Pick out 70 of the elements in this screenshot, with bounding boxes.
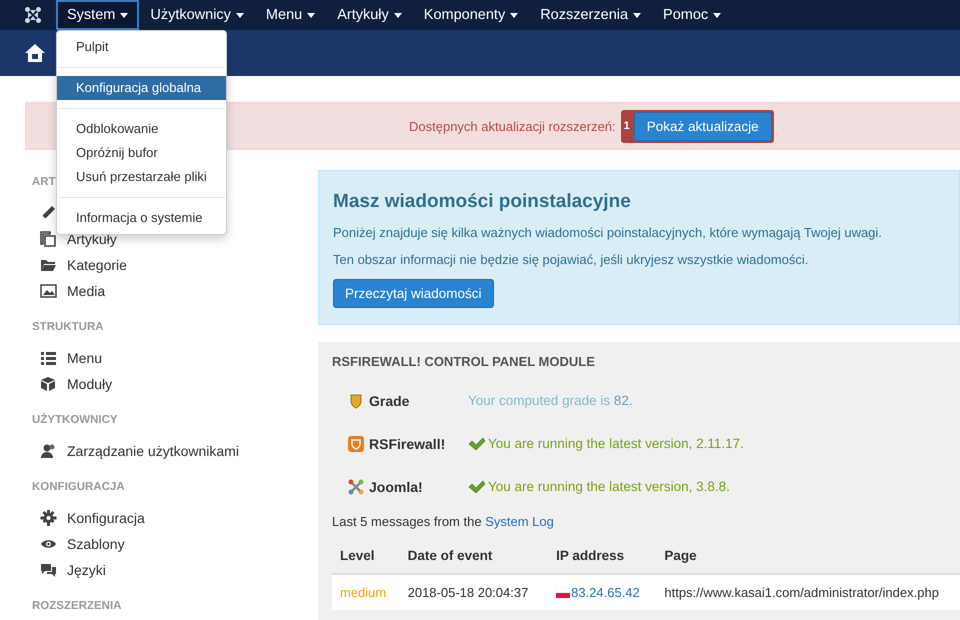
caret-icon bbox=[120, 12, 128, 18]
nav-menu-item[interactable]: System bbox=[56, 0, 140, 30]
sidebar-link[interactable]: Konfiguracja bbox=[67, 510, 145, 526]
sidebar-link[interactable]: Szablony bbox=[67, 536, 125, 552]
read-messages-button[interactable]: Przeczytaj wiadomości bbox=[333, 279, 494, 308]
section-heading: ROZSZERZENIA bbox=[32, 600, 122, 614]
table-cell: 2018-05-18 20:04:37 bbox=[400, 574, 548, 610]
info-text: Ten obszar informacji nie będzie się pojawiać, jeśli ukryjesz wszystkie wiadomości. bbox=[333, 252, 810, 267]
check-icon bbox=[468, 480, 485, 493]
check-icon bbox=[468, 437, 485, 450]
caret-icon bbox=[307, 12, 316, 18]
caret-icon bbox=[510, 12, 518, 18]
pencil-icon bbox=[40, 205, 57, 221]
home-icon bbox=[24, 43, 46, 63]
sidebar-link[interactable]: Moduły bbox=[67, 376, 112, 392]
caret-icon bbox=[394, 12, 402, 18]
gear-icon bbox=[40, 510, 57, 526]
sidebar-link[interactable]: Media bbox=[67, 283, 106, 299]
image-icon bbox=[40, 283, 57, 299]
sidebar-link[interactable]: Języki bbox=[67, 562, 106, 578]
status-text: You are running the latest version, 2.11.17. bbox=[488, 436, 744, 451]
shield-badge-icon bbox=[348, 436, 364, 452]
flag-icon bbox=[556, 588, 570, 598]
update-count: 1 bbox=[624, 120, 631, 132]
log-intro: Last 5 messages from the bbox=[332, 514, 483, 529]
list-icon bbox=[40, 350, 57, 366]
info-text: Poniżej znajduje się kilka ważnych wiadomości poinstalacyjnych, które wymagają Twojej uwagi. bbox=[333, 225, 883, 240]
table-cell: medium bbox=[332, 574, 400, 610]
section-heading: STRUKTURA bbox=[32, 321, 104, 335]
section-heading: KONFIGURACJA bbox=[32, 481, 125, 495]
nav-menu-item[interactable]: Użytkownicy bbox=[139, 0, 255, 30]
panel-title: RSFIREWALL! CONTROL PANEL MODULE bbox=[332, 354, 596, 369]
nav-menu-item[interactable]: Komponenty bbox=[412, 0, 530, 30]
dropdown-item[interactable]: Odblokowanie bbox=[57, 117, 226, 141]
users-icon bbox=[40, 443, 57, 459]
copy-icon bbox=[40, 231, 57, 247]
shield-icon bbox=[348, 392, 364, 408]
joomla-logo-icon bbox=[24, 6, 42, 24]
nav-menu-item[interactable]: Rozszerzenia bbox=[529, 0, 652, 30]
nav-menu-item[interactable]: Pomoc bbox=[652, 0, 732, 30]
table-cell: https://www.kasai1.com/administrator/index.php bbox=[656, 574, 960, 610]
sidebar-link[interactable]: Artykuły bbox=[67, 231, 117, 247]
status-text: Your computed grade is 82. bbox=[468, 393, 633, 408]
status-text: You are running the latest version, 3.8.8. bbox=[488, 479, 730, 494]
folder-icon bbox=[40, 257, 57, 273]
caret-icon bbox=[713, 12, 722, 18]
cube-icon bbox=[40, 376, 57, 392]
info-title: Masz wiadomości poinstalacyjne bbox=[333, 191, 632, 213]
alert-text: Dostępnych aktualizacji rozszerzeń: bbox=[409, 118, 616, 134]
section-heading: ART bbox=[32, 176, 56, 190]
section-heading: UŻYTKOWNICY bbox=[32, 414, 118, 428]
system-log-link[interactable]: System Log bbox=[485, 514, 554, 529]
joomla-logo-icon bbox=[348, 478, 364, 494]
caret-icon bbox=[236, 12, 244, 18]
dropdown-item[interactable]: Konfiguracja globalna bbox=[57, 76, 226, 100]
dropdown-item[interactable]: Pulpit bbox=[57, 35, 226, 59]
check-label: Joomla! bbox=[369, 478, 423, 494]
dropdown-item[interactable]: Usuń przestarzałe pliki bbox=[57, 165, 226, 189]
caret-icon bbox=[633, 12, 642, 18]
sidebar-link[interactable]: Zarządzanie użytkownikami bbox=[67, 443, 239, 459]
chat-icon bbox=[40, 562, 57, 578]
sidebar-link[interactable]: Kategorie bbox=[67, 257, 127, 273]
nav-menu-item[interactable]: Menu bbox=[254, 0, 326, 30]
dropdown-item[interactable]: Opróżnij bufor bbox=[57, 141, 226, 165]
show-updates-button[interactable]: Pokaż aktualizacje bbox=[634, 112, 772, 140]
check-label: Grade bbox=[369, 392, 410, 408]
check-label: RSFirewall! bbox=[369, 436, 446, 452]
sidebar-link[interactable]: Menu bbox=[67, 350, 102, 366]
nav-menu-item[interactable]: Artykuły bbox=[326, 0, 413, 30]
dropdown-item[interactable]: Informacja o systemie bbox=[57, 206, 226, 230]
